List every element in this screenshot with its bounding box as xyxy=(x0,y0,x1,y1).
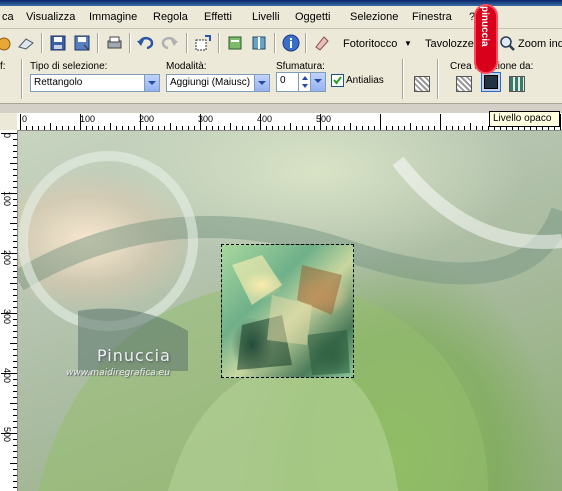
ruler-label: 500 xyxy=(2,427,12,443)
ruler-horizontal: 0 100 200 300 400 500 xyxy=(17,113,562,131)
save-as-icon[interactable] xyxy=(72,33,92,53)
toolbar-separator xyxy=(41,33,43,53)
toolbar-separator xyxy=(186,33,188,53)
undo-icon[interactable] xyxy=(135,33,155,53)
watermark-url: www.maidiregrafica.eu xyxy=(66,368,170,378)
menu-window[interactable]: Finestra xyxy=(412,11,452,23)
chevron-down-icon[interactable] xyxy=(144,75,159,91)
new-from-selection-icon[interactable] xyxy=(193,33,213,53)
redo-icon[interactable] xyxy=(160,33,180,53)
photo-retouch-icon[interactable] xyxy=(312,33,332,53)
ruler-vertical: 0 100 200 300 400 500 xyxy=(0,130,18,491)
palettes-menu[interactable]: Tavolozze xyxy=(425,38,474,50)
ruler-ticks xyxy=(20,114,561,130)
tooltip: Livello opaco xyxy=(489,111,560,127)
info-icon[interactable] xyxy=(281,33,301,53)
toolbar-separator xyxy=(437,59,439,99)
selection-from-mask-icon[interactable] xyxy=(456,76,472,92)
ruler-label: 400 xyxy=(257,114,273,124)
menu-image[interactable]: Immagine xyxy=(89,11,137,23)
rotate-icon[interactable] xyxy=(225,33,245,53)
presets-label: f: xyxy=(0,61,6,72)
chevron-down-icon[interactable] xyxy=(310,73,325,91)
menu-selection[interactable]: Selezione xyxy=(350,11,398,23)
toolbar-separator xyxy=(274,33,276,53)
menu-layers[interactable]: Livelli xyxy=(252,11,280,23)
browse-icon[interactable] xyxy=(16,33,36,53)
print-icon[interactable] xyxy=(104,33,124,53)
toolbar-separator xyxy=(21,59,23,99)
ruler-label: 0 xyxy=(2,133,12,139)
mode-label: Modalità: xyxy=(166,61,207,72)
feather-stepper[interactable]: 0 xyxy=(276,72,326,92)
selection-type-value: Rettangolo xyxy=(34,77,83,88)
ruler-label: 100 xyxy=(80,114,96,124)
menu-effects[interactable]: Effetti xyxy=(204,11,232,23)
toolbar-separator xyxy=(218,33,220,53)
menu-adjust[interactable]: Regola xyxy=(153,11,188,23)
toolbar-separator xyxy=(97,33,99,53)
chevron-down-icon[interactable] xyxy=(254,75,269,91)
mode-select[interactable]: Aggiungi (Maiusc) xyxy=(166,74,270,92)
chevron-down-icon[interactable]: ▼ xyxy=(404,39,412,48)
flip-icon[interactable] xyxy=(249,33,269,53)
feather-value: 0 xyxy=(280,75,286,86)
feather-label: Sfumatura: xyxy=(276,61,325,72)
open-icon[interactable] xyxy=(0,33,12,53)
selection-from-vector-icon[interactable] xyxy=(509,76,525,92)
selection-type-select[interactable]: Rettangolo xyxy=(30,74,160,92)
antialias-label: Antialias xyxy=(346,75,384,86)
ruler-label: 300 xyxy=(2,309,12,325)
ruler-label: 500 xyxy=(316,114,332,124)
menu-objects[interactable]: Oggetti xyxy=(295,11,330,23)
save-icon[interactable] xyxy=(48,33,68,53)
opaque-layer-button[interactable] xyxy=(481,72,501,92)
selection-artwork xyxy=(232,255,350,375)
ruler-label: 0 xyxy=(22,114,28,124)
ruler-label: 400 xyxy=(2,368,12,384)
ruler-label: 200 xyxy=(2,250,12,266)
antialias-checkbox[interactable] xyxy=(331,74,344,87)
menu-view[interactable]: Visualizza xyxy=(26,11,75,23)
toolbar-separator xyxy=(305,33,307,53)
marquee-selection[interactable] xyxy=(221,244,354,378)
watermark-name: Pinuccia xyxy=(97,346,171,365)
selection-type-label: Tipo di selezione: xyxy=(30,61,108,72)
ruler-label: 100 xyxy=(2,191,12,207)
author-badge-text: pinuccia xyxy=(479,6,490,47)
photo-retouch-menu[interactable]: Fotoritocco xyxy=(343,38,397,50)
toolbar-separator xyxy=(402,59,404,99)
menu-edit[interactable]: ca xyxy=(2,11,14,23)
ruler-label: 300 xyxy=(198,114,214,124)
toolbar-separator xyxy=(129,33,131,53)
zoom-menu[interactable]: Zoom ind xyxy=(518,38,562,50)
zoom-icon[interactable] xyxy=(497,33,517,53)
select-all-icon[interactable] xyxy=(414,76,430,92)
ruler-label: 200 xyxy=(139,114,155,124)
ruler-corner xyxy=(0,113,18,131)
mode-value: Aggiungi (Maiusc) xyxy=(170,77,251,88)
opaque-layer-icon xyxy=(484,75,498,89)
